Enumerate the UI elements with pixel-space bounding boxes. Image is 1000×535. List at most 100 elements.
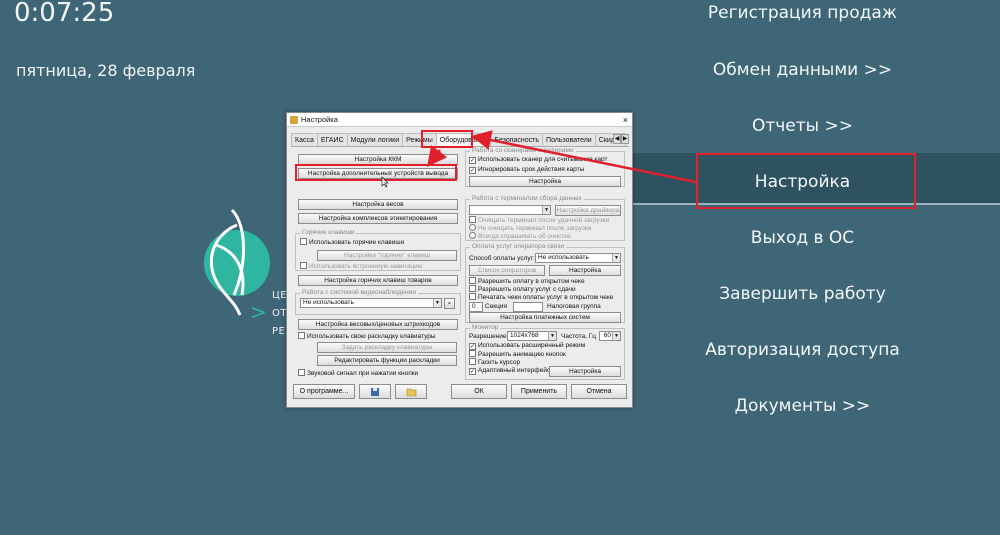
video-system-select[interactable]: Не использовать ▼ (300, 298, 442, 308)
resolution-value: 1024x768 (510, 332, 539, 339)
logo-arrow-icon: > (250, 300, 267, 324)
monitor-group-title: Монитор (470, 324, 501, 331)
sound-signal-checkbox[interactable]: Звуковой сигнал при нажатии кнопки (298, 369, 418, 378)
company-logo-icon (204, 208, 270, 316)
print-checks-checkbox[interactable]: Печатать чеки оплаты услуг в открытом че… (469, 293, 613, 302)
chevron-down-icon: ▼ (548, 332, 556, 340)
date: пятница, 28 февраля (16, 61, 196, 80)
chevron-down-icon: ▼ (433, 299, 441, 307)
cancel-button[interactable]: Отмена (571, 384, 627, 399)
section-input[interactable]: 0 (469, 302, 483, 312)
terminal-clear-label: Очищать терминал после удачной загрузки (478, 217, 610, 224)
use-scanner-checkbox[interactable]: ✓ Использовать сканер для считывания карт (469, 156, 607, 164)
clock: 0:07:25 (14, 0, 115, 28)
payment-systems-button[interactable]: Настройка платежных систем (469, 312, 621, 323)
tab-scroll-left-icon[interactable]: ◀ (613, 134, 621, 144)
operators-list-button[interactable]: Список операторов (469, 265, 545, 276)
settings-dialog: Настройка × Касса ЕГАИС Модули логики Режим… (286, 112, 633, 408)
terminal-ask-label: Всегда спрашивать об очистке (478, 233, 571, 240)
highlight-equipment-tab (421, 130, 473, 148)
use-hotkeys-label: Использовать горячие клавиши (309, 239, 405, 246)
set-layout-button[interactable]: Задать раскладку клавиатуры (317, 342, 457, 353)
section-value: 0 (472, 303, 476, 310)
print-checks-label: Печатать чеки оплаты услуг в открытом че… (478, 294, 614, 301)
tab-scroll-right-icon[interactable]: ▶ (621, 134, 629, 144)
about-button[interactable]: О программе... (293, 384, 355, 399)
menu-item-shutdown[interactable]: Завершить работу (640, 284, 965, 304)
terminal-no-clear-label: Не очищать терминал после загрузки (478, 225, 592, 232)
tab-logic-modules[interactable]: Модули логики (346, 133, 404, 146)
apply-button[interactable]: Применить (511, 384, 567, 399)
extended-mode-checkbox[interactable]: ✓ Использовать расширенный режим (469, 342, 585, 350)
video-system-value: Не использовать (303, 299, 354, 306)
frequency-value: 60 (603, 332, 611, 339)
hide-cursor-label: Гасить курсор (478, 359, 521, 366)
tax-group-input[interactable] (513, 302, 543, 312)
builtin-navigation-label: Использовать встроенную навигацию (309, 263, 423, 270)
hide-cursor-checkbox[interactable]: Гасить курсор (469, 358, 520, 367)
resolution-select[interactable]: 1024x768 ▼ (507, 331, 557, 341)
payment-method-label: Способ оплаты услуг: (469, 255, 535, 262)
menu-item-access-authorization[interactable]: Авторизация доступа (640, 340, 965, 360)
video-search-icon[interactable]: ⌕ (444, 298, 455, 309)
tab-kassa[interactable]: Касса (291, 133, 318, 146)
ok-button[interactable]: ОК (451, 384, 507, 399)
ignore-expiry-label: Игнорировать срок действия карты (478, 166, 585, 173)
terminal-group-title: Работа с терминалом сбора данных (470, 195, 584, 202)
label-sets-button[interactable]: Настройка комплексов этикетирования (298, 213, 458, 224)
use-scanner-label: Использовать сканер для считывания карт (478, 156, 608, 163)
scales-settings-button[interactable]: Настройка весов (298, 199, 458, 210)
allow-open-check-label: Разрешить оплату в открытом чеке (478, 278, 585, 285)
tab-egais[interactable]: ЕГАИС (316, 133, 348, 146)
use-hotkeys-checkbox[interactable]: Использовать горячие клавиши (300, 238, 404, 247)
chevron-down-icon: ▼ (612, 332, 620, 340)
highlight-settings-menu (696, 153, 916, 209)
driver-setup-button[interactable]: Настройка драйвера (555, 205, 621, 216)
adaptive-ui-label: Адаптивный интерфейс (478, 367, 551, 374)
scanner-setup-button[interactable]: Настройка (469, 176, 621, 187)
sound-signal-label: Звуковой сигнал при нажатии кнопки (307, 370, 419, 377)
edit-layout-button[interactable]: Редактировать функции раскладки (317, 355, 457, 366)
own-layout-checkbox[interactable]: Использовать свою раскладку клавиатуры (298, 332, 436, 341)
allow-change-label: Разрешить оплату услуг с сдачи (478, 286, 576, 293)
highlight-extra-devices-button (295, 164, 457, 181)
folder-icon[interactable] (395, 384, 427, 399)
ignore-expiry-checkbox[interactable]: ✓ Игнорировать срок действия карты (469, 166, 584, 174)
adaptive-ui-checkbox[interactable]: ✓ Адаптивный интерфейс (469, 367, 550, 375)
operators-setup-button[interactable]: Настройка (549, 265, 621, 276)
close-icon[interactable]: × (623, 113, 628, 127)
tax-group-label: Налоговая группа (547, 303, 601, 310)
dialog-titlebar[interactable]: Настройка × (287, 113, 632, 127)
payment-method-select[interactable]: Не использовать ▼ (535, 253, 621, 263)
payment-method-value: Не использовать (538, 254, 589, 261)
video-group-title: Работа с системой видеонаблюдения (300, 289, 418, 296)
tab-security[interactable]: Безопасность (490, 133, 544, 146)
menu-item-reports[interactable]: Отчеты >> (640, 116, 965, 136)
extended-mode-label: Использовать расширенный режим (478, 342, 586, 349)
mouse-cursor-icon (381, 176, 389, 188)
own-layout-label: Использовать свою раскладку клавиатуры (307, 333, 436, 340)
chevron-down-icon: ▼ (542, 206, 550, 214)
frequency-label: Частота, Гц (561, 333, 596, 340)
scanner-group-title: Работа со сканерами и ридерами (470, 147, 576, 154)
button-animation-label: Разрешить анимацию кнопок (478, 351, 566, 358)
resolution-label: Разрешение (469, 333, 507, 340)
goods-hotkeys-button[interactable]: Настройка горячих клавиш товаров (298, 275, 458, 286)
dialog-app-icon (290, 116, 298, 124)
operator-group-title: Оплата услуг оператора связи (470, 243, 566, 250)
frequency-input[interactable]: 60 ▼ (599, 331, 621, 341)
tab-users[interactable]: Пользователи (542, 133, 596, 146)
terminal-ask-radio[interactable]: Всегда спрашивать об очистке (469, 232, 571, 241)
chevron-down-icon: ▼ (612, 254, 620, 262)
monitor-setup-button[interactable]: Настройка (549, 366, 621, 377)
terminal-select[interactable]: ▼ (469, 205, 551, 215)
menu-item-sales-registration[interactable]: Регистрация продаж (640, 3, 965, 23)
hotkeys-group-title: Горячие клавиши (300, 229, 357, 236)
menu-item-documents[interactable]: Документы >> (640, 396, 965, 416)
menu-item-exit-os[interactable]: Выход в ОС (640, 228, 965, 248)
hotkeys-settings-button[interactable]: Настройка "горячих" клавиш (317, 250, 457, 261)
menu-item-data-exchange[interactable]: Обмен данными >> (640, 60, 965, 80)
save-icon[interactable] (359, 384, 391, 399)
barcodes-settings-button[interactable]: Настройка весовых/ценовых штрихкодов (298, 319, 458, 330)
builtin-navigation-checkbox[interactable]: Использовать встроенную навигацию (300, 262, 423, 271)
